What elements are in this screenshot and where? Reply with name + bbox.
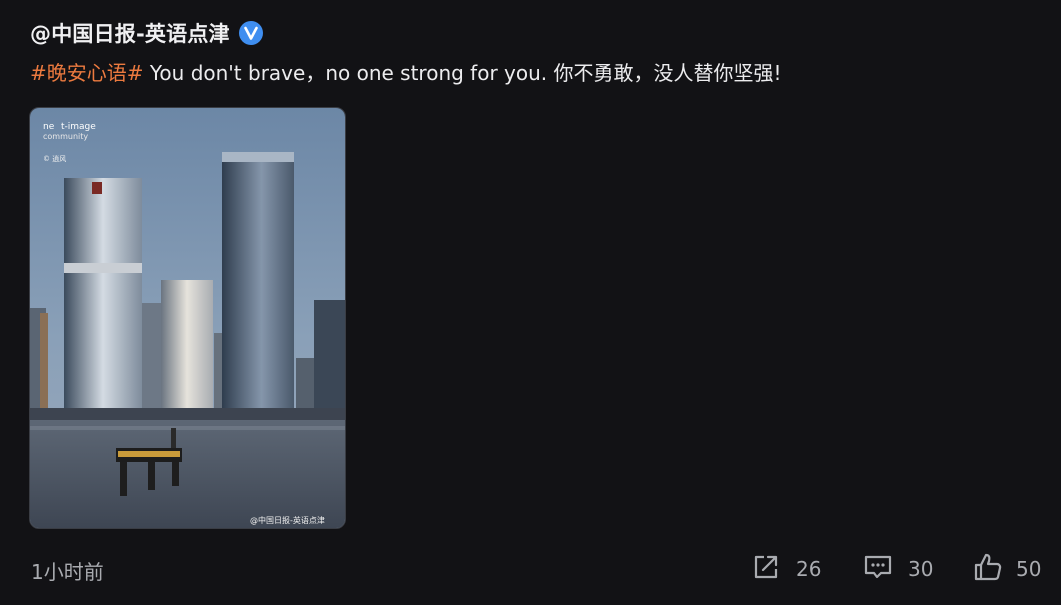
watermark-brand: ne <box>43 122 55 132</box>
watermark-community: community <box>43 132 88 141</box>
post-header: @中国日报-英语点津 <box>30 18 263 48</box>
share-icon <box>750 551 782 587</box>
like-button[interactable]: 50 <box>972 553 1041 585</box>
comment-count: 30 <box>908 557 934 581</box>
post-image[interactable]: ne t-image community © 逍风 @中国日报-英语点津 <box>29 107 346 529</box>
watermark-credit: © 逍风 <box>43 154 66 163</box>
thumbs-up-icon <box>972 551 1004 587</box>
watermark-brand-2: t-image <box>61 122 96 132</box>
comment-button[interactable]: 30 <box>862 553 933 585</box>
post-text: #晚安心语# You don't brave，no one strong for… <box>30 58 782 88</box>
post-timestamp[interactable]: 1小时前 <box>31 556 104 585</box>
share-button[interactable]: 26 <box>750 553 821 585</box>
verified-badge-icon <box>238 21 263 45</box>
like-count: 50 <box>1016 557 1042 581</box>
comment-icon <box>862 551 894 587</box>
post-body-text: You don't brave，no one strong for you. 你… <box>143 61 782 85</box>
share-count: 26 <box>796 557 822 581</box>
post-footer: 1小时前 26 30 50 <box>0 550 1061 590</box>
author-name[interactable]: @中国日报-英语点津 <box>30 18 230 48</box>
city-skyline-photo: ne t-image community © 逍风 @中国日报-英语点津 <box>30 108 345 528</box>
watermark-weibo: @中国日报-英语点津 <box>250 515 325 525</box>
hashtag-link[interactable]: #晚安心语# <box>30 61 144 85</box>
